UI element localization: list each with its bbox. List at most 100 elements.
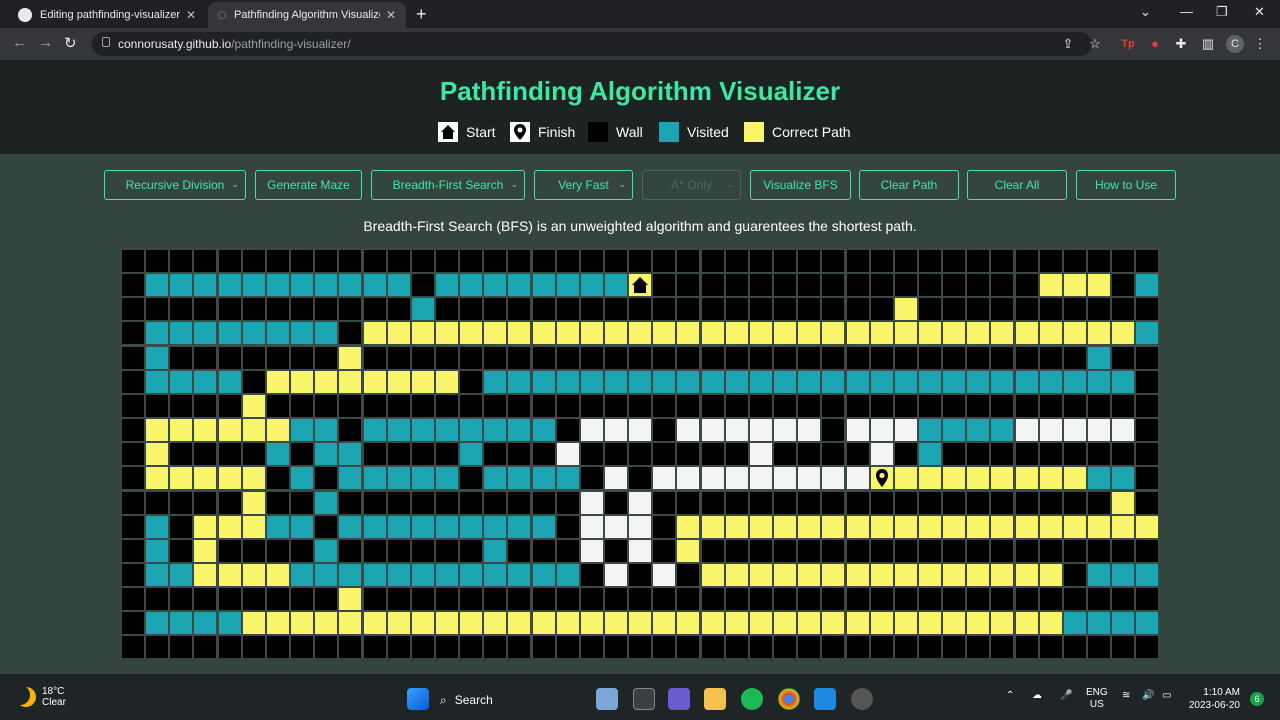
path-cell[interactable] [967,563,990,586]
wall-cell[interactable] [532,443,555,466]
path-cell[interactable] [1088,322,1110,345]
visited-cell[interactable] [146,274,169,297]
wall-cell[interactable] [170,636,193,659]
path-cell[interactable] [725,515,748,538]
wall-cell[interactable] [146,394,169,417]
path-cell[interactable] [822,612,845,635]
wall-cell[interactable] [798,491,821,514]
wall-cell[interactable] [411,394,434,417]
wall-cell[interactable] [918,346,941,369]
wall-cell[interactable] [749,491,772,514]
wall-cell[interactable] [387,588,410,611]
wall-cell[interactable] [170,250,193,272]
wall-cell[interactable] [266,539,289,562]
wall-cell[interactable] [291,636,314,659]
visited-cell[interactable] [218,322,241,345]
wall-cell[interactable] [870,250,893,272]
visited-cell[interactable] [146,563,169,586]
visited-cell[interactable] [315,443,338,466]
visited-cell[interactable] [1063,612,1086,635]
path-cell[interactable] [218,467,241,490]
wall-cell[interactable] [218,250,241,272]
path-cell[interactable] [918,322,941,345]
wall-cell[interactable] [701,250,724,272]
visited-cell[interactable] [435,563,458,586]
tab-search-icon[interactable]: ⌄ [1140,4,1151,20]
path-cell[interactable] [242,491,265,514]
wall-cell[interactable] [605,394,627,417]
wall-cell[interactable] [677,588,700,611]
visited-cell[interactable] [291,515,314,538]
wall-cell[interactable] [218,346,241,369]
empty-cell[interactable] [701,467,724,490]
wall-cell[interactable] [1088,250,1110,272]
wall-cell[interactable] [846,298,869,321]
wall-cell[interactable] [387,298,410,321]
empty-cell[interactable] [629,491,652,514]
bookmark-star-icon[interactable]: ☆ [1087,36,1103,52]
wifi-icon[interactable]: ≋ [1122,690,1130,701]
wall-cell[interactable] [1112,443,1135,466]
wall-cell[interactable] [1015,491,1038,514]
visited-cell[interactable] [943,370,966,393]
empty-cell[interactable] [605,467,627,490]
wall-cell[interactable] [484,346,507,369]
wall-cell[interactable] [556,588,579,611]
empty-cell[interactable] [677,467,700,490]
path-cell[interactable] [1039,274,1062,297]
path-cell[interactable] [1015,467,1038,490]
wall-cell[interactable] [701,443,724,466]
wall-cell[interactable] [749,298,772,321]
wall-cell[interactable] [1136,298,1159,321]
wall-cell[interactable] [629,563,652,586]
visited-cell[interactable] [460,274,483,297]
wall-cell[interactable] [943,539,966,562]
wall-cell[interactable] [822,274,845,297]
menu-kebab-icon[interactable]: ⋮ [1252,36,1268,52]
wall-cell[interactable] [508,298,531,321]
wall-cell[interactable] [605,250,627,272]
wall-cell[interactable] [1063,346,1086,369]
visited-cell[interactable] [749,370,772,393]
path-cell[interactable] [363,370,386,393]
path-cell[interactable] [1088,515,1110,538]
wall-cell[interactable] [943,250,966,272]
empty-cell[interactable] [653,563,676,586]
visited-cell[interactable] [1088,563,1110,586]
wall-cell[interactable] [556,250,579,272]
wall-cell[interactable] [1112,346,1135,369]
wall-cell[interactable] [629,250,652,272]
visited-cell[interactable] [170,612,193,635]
empty-cell[interactable] [580,491,603,514]
wall-cell[interactable] [822,394,845,417]
wall-cell[interactable] [749,539,772,562]
wall-cell[interactable] [1063,491,1086,514]
visited-cell[interactable] [991,419,1014,442]
windows-start-icon[interactable] [407,688,429,710]
wall-cell[interactable] [435,346,458,369]
wall-cell[interactable] [1112,636,1135,659]
path-cell[interactable] [1063,467,1086,490]
wall-cell[interactable] [991,274,1014,297]
visited-cell[interactable] [967,419,990,442]
visited-cell[interactable] [146,539,169,562]
wall-cell[interactable] [532,250,555,272]
wall-cell[interactable] [725,443,748,466]
wall-cell[interactable] [774,588,797,611]
visited-cell[interactable] [387,515,410,538]
wall-cell[interactable] [943,298,966,321]
path-cell[interactable] [532,322,555,345]
path-cell[interactable] [339,370,362,393]
wall-cell[interactable] [991,250,1014,272]
path-cell[interactable] [170,467,193,490]
wall-cell[interactable] [556,636,579,659]
wall-cell[interactable] [749,588,772,611]
empty-cell[interactable] [870,419,893,442]
wall-cell[interactable] [194,250,217,272]
visited-cell[interactable] [1088,612,1110,635]
visited-cell[interactable] [894,370,917,393]
wall-cell[interactable] [846,394,869,417]
wall-cell[interactable] [266,467,289,490]
wall-cell[interactable] [918,250,941,272]
path-cell[interactable] [146,467,169,490]
